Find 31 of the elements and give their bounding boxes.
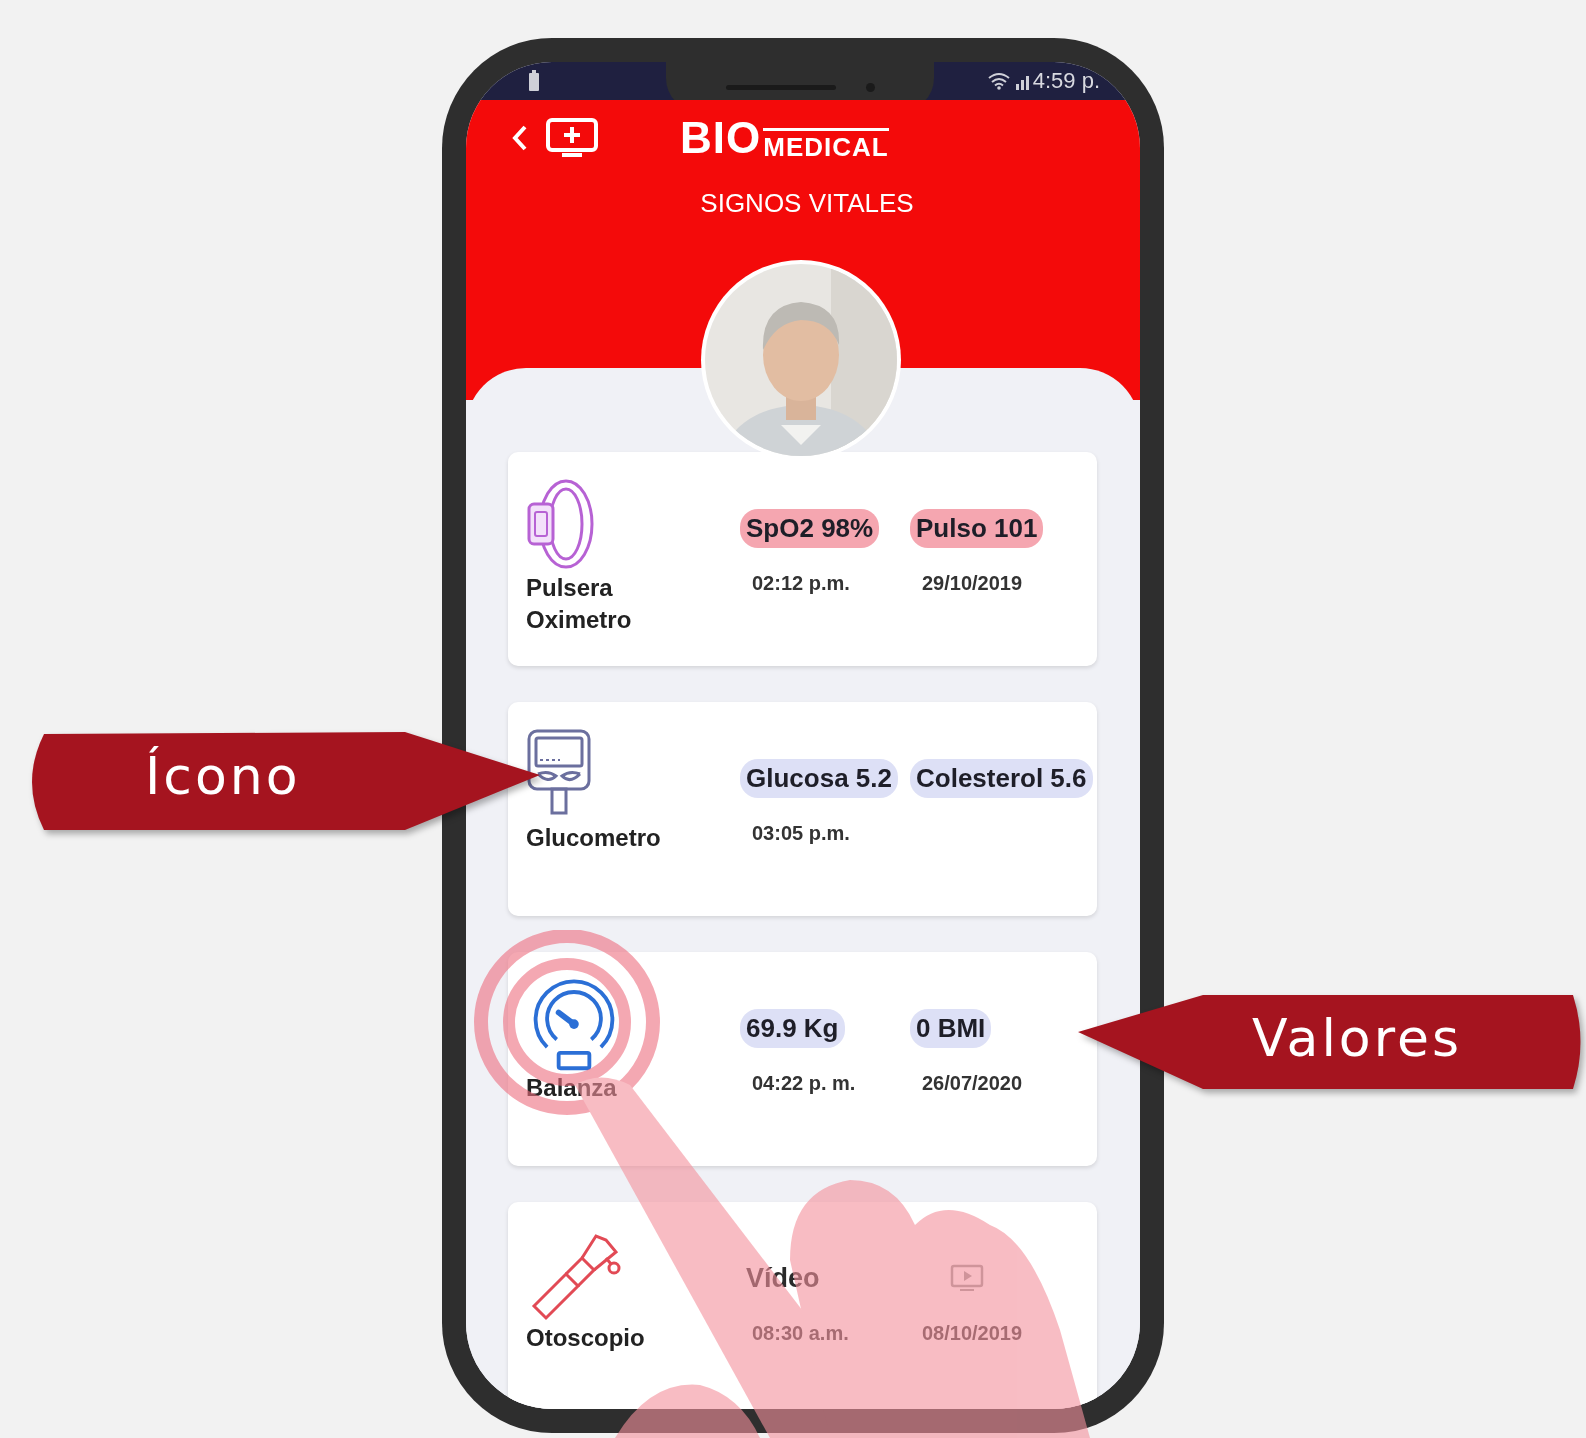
device-card[interactable]: Glucosa 5.2 Colesterol 5.6 Glucometro 03:05 p.m. [508,702,1097,916]
device-card[interactable]: 69.9 Kg 0 BMI Balanza 04:22 p. m. 26/07/2020 [508,952,1097,1166]
device-card[interactable]: SpO2 98% Pulso 101 Pulsera Oximetro 02:12 p.m. 29/10/2019 [508,452,1097,666]
device-name: Balanza [526,1073,618,1103]
reading-date: 29/10/2019 [921,572,1024,596]
reading-value: Glucosa 5.2 [740,758,898,798]
reading-time: 02:12 p.m. [751,572,851,596]
device-name: Otoscopio [526,1323,646,1353]
logo-subtitle: MEDICAL [763,128,889,160]
reading-value: Colesterol 5.6 [910,758,1093,798]
reading-time: 08:30 a.m. [751,1322,850,1346]
callout-label: Valores [1252,1008,1462,1068]
reading-time: 03:05 p.m. [751,822,851,846]
reading-value: 0 BMI [910,1008,992,1048]
reading-time: 04:22 p. m. [751,1072,857,1096]
reading-value: SpO2 98% [740,508,880,548]
screen-title: SIGNOS VITALES [699,188,915,219]
callout-label: Ícono [145,746,301,806]
reading-date: 26/07/2020 [921,1072,1024,1096]
battery-icon [528,70,540,92]
reading-date: 08/10/2019 [921,1322,1024,1346]
glucometer-icon [526,728,592,816]
wristband-icon [526,478,596,570]
reading-value: Pulso 101 [910,508,1044,548]
device-name: Pulsera Oximetro [526,573,633,636]
status-time: 4:59 p. [1032,68,1100,94]
monitor-plus-icon[interactable] [546,118,598,158]
device-name: Glucometro [526,823,662,853]
reading-value: 69.9 Kg [740,1008,845,1048]
logo-text: BIO [680,116,762,160]
wifi-icon [986,72,1011,90]
